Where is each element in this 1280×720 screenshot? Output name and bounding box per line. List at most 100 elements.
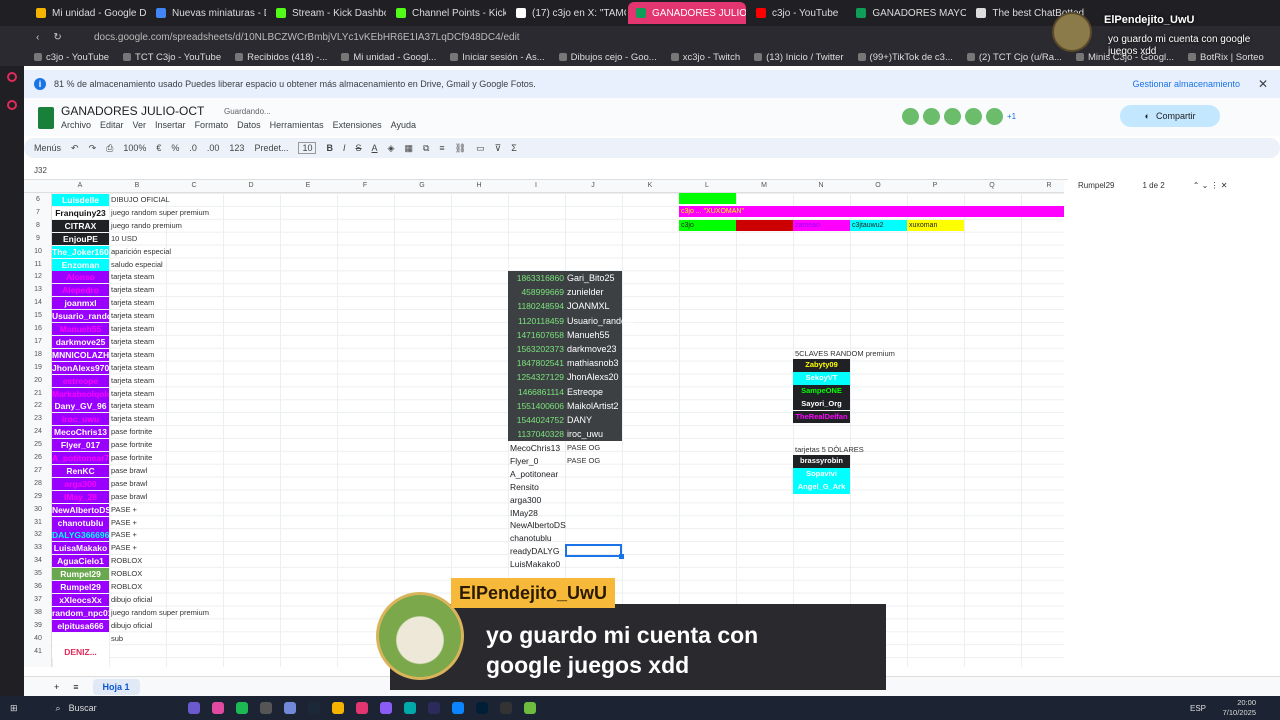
- number-format[interactable]: 123: [229, 143, 244, 153]
- row-header[interactable]: 24: [24, 428, 52, 435]
- cell-b[interactable]: ROBLOX: [111, 581, 142, 593]
- redo-icon[interactable]: ↷: [89, 143, 97, 154]
- font-select[interactable]: Predet...: [254, 143, 288, 153]
- cell-i[interactable]: IMay28: [510, 507, 538, 519]
- cell-i[interactable]: chanotublu: [510, 532, 552, 544]
- doc-title[interactable]: GANADORES JULIO-OCT: [61, 104, 204, 118]
- comment-icon[interactable]: ▭: [476, 143, 485, 154]
- app-icon[interactable]: [451, 702, 464, 714]
- find-nav[interactable]: ⌃ ⌄ ⋮ ✕: [1193, 181, 1228, 190]
- app-icon[interactable]: [379, 702, 392, 714]
- row-header[interactable]: 17: [24, 338, 52, 345]
- menu-item[interactable]: Ver: [133, 120, 147, 130]
- claves-item[interactable]: Zabyty09: [793, 359, 850, 372]
- id-row[interactable]: 1180248594 JOANMXL: [508, 299, 622, 313]
- cell-a[interactable]: DENIZ...: [52, 645, 109, 658]
- avatar[interactable]: [923, 108, 940, 125]
- browser-tab[interactable]: GANADORES JULIO-OCT: [628, 2, 746, 24]
- cell-row8[interactable]: xuxoman: [907, 220, 964, 231]
- browser-tab[interactable]: Channel Points - Kick Da: [388, 2, 506, 24]
- cell-b[interactable]: tarjeta steam: [111, 297, 154, 309]
- cell-b[interactable]: ROBLOX: [111, 568, 142, 580]
- merge-icon[interactable]: ⧉: [423, 143, 429, 154]
- menu-item[interactable]: Herramientas: [270, 120, 324, 130]
- cell-b[interactable]: pase fortnite: [111, 426, 152, 438]
- row-header[interactable]: 19: [24, 364, 52, 371]
- bookmark[interactable]: Iniciar sesión - As...: [450, 52, 544, 63]
- filter-icon[interactable]: ⊽: [495, 143, 502, 154]
- row-header[interactable]: 23: [24, 415, 52, 422]
- cell-b[interactable]: aparición especial: [111, 246, 171, 258]
- row-header[interactable]: 27: [24, 467, 52, 474]
- sheets-logo-icon[interactable]: [38, 107, 54, 129]
- column-header[interactable]: D: [241, 182, 261, 189]
- id-row[interactable]: 1563202373 darkmove23: [508, 342, 622, 356]
- cell-a[interactable]: NewAlbertoDS: [52, 503, 109, 516]
- row-header[interactable]: 31: [24, 519, 52, 526]
- cell-b[interactable]: pase brawl: [111, 491, 147, 503]
- find-query[interactable]: Rumpel29: [1078, 181, 1114, 190]
- column-header[interactable]: B: [127, 182, 147, 189]
- row-header[interactable]: 29: [24, 493, 52, 500]
- cell-i[interactable]: MecoChris13: [510, 442, 560, 454]
- print-icon[interactable]: ⎙: [106, 143, 113, 154]
- menu-item[interactable]: Editar: [100, 120, 124, 130]
- cell-b[interactable]: tarjeta steam: [111, 413, 154, 425]
- cell-a[interactable]: RenKC: [52, 464, 109, 477]
- column-header[interactable]: P: [925, 182, 945, 189]
- column-header[interactable]: G: [412, 182, 432, 189]
- bookmark[interactable]: xc3jo - Twitch: [671, 52, 740, 63]
- row-header[interactable]: 41: [24, 648, 52, 655]
- zoom-select[interactable]: 100%: [123, 143, 146, 153]
- row-header[interactable]: 26: [24, 454, 52, 461]
- row-header[interactable]: 20: [24, 377, 52, 384]
- row-header[interactable]: 14: [24, 299, 52, 306]
- row-header[interactable]: 30: [24, 506, 52, 513]
- strike-icon[interactable]: S: [356, 143, 362, 153]
- cell-b[interactable]: pase fortnite: [111, 452, 152, 464]
- browser-tab[interactable]: (17) c3jo en X: "TAMO RE: [508, 2, 626, 24]
- cell-a[interactable]: Luisdelle: [52, 194, 109, 206]
- fill-handle[interactable]: [619, 554, 624, 559]
- reload-icon[interactable]: ↻: [53, 32, 61, 43]
- row-header[interactable]: 40: [24, 635, 52, 642]
- avatar[interactable]: [944, 108, 961, 125]
- cell-a[interactable]: Enzoman: [52, 258, 109, 271]
- row-header[interactable]: 8: [24, 222, 52, 229]
- cell-row8[interactable]: c3jtauwu2: [850, 220, 907, 231]
- column-header[interactable]: H: [469, 182, 489, 189]
- app-icon[interactable]: [475, 702, 488, 714]
- cell-a[interactable]: MNNICOLAZH: [52, 348, 109, 361]
- bookmark[interactable]: (99+)TikTok de c3...: [858, 52, 953, 63]
- cell-a[interactable]: xXleocsXx: [52, 593, 109, 606]
- browser-tab[interactable]: Mi unidad - Google Drive: [28, 2, 146, 24]
- app-icon[interactable]: [307, 702, 320, 714]
- avatar-overflow[interactable]: +1: [1007, 108, 1016, 125]
- cell-a[interactable]: Alonso: [52, 271, 109, 284]
- claves-item[interactable]: Sayori_Org: [793, 397, 850, 411]
- menu-item[interactable]: Formato: [195, 120, 229, 130]
- app-icon[interactable]: [427, 702, 440, 714]
- fill-color-icon[interactable]: ◈: [388, 143, 395, 154]
- cell-b[interactable]: tarjeta steam: [111, 375, 154, 387]
- dock-icon[interactable]: [7, 100, 17, 110]
- cell-a[interactable]: Usuario_random: [52, 310, 109, 323]
- cell-a[interactable]: LuisaMakako: [52, 542, 109, 555]
- id-row[interactable]: 1551400606 MaikolArtist2: [508, 399, 622, 413]
- cell-b[interactable]: tarjeta steam: [111, 310, 154, 322]
- row-header[interactable]: 28: [24, 480, 52, 487]
- column-header[interactable]: C: [184, 182, 204, 189]
- cell-a[interactable]: AguaCielo1: [52, 555, 109, 568]
- app-icon[interactable]: [235, 702, 248, 714]
- cell-a[interactable]: Markabsolqolo: [52, 387, 109, 400]
- language-indicator[interactable]: ESP: [1190, 704, 1206, 713]
- menu-item[interactable]: Insertar: [155, 120, 186, 130]
- column-header[interactable]: A: [70, 182, 90, 189]
- id-row[interactable]: 1466861114 Estreope: [508, 385, 622, 399]
- italic-icon[interactable]: I: [343, 143, 346, 153]
- claves-item[interactable]: SekoyVT: [793, 371, 850, 385]
- bookmark[interactable]: Dibujos cejo - Goo...: [559, 52, 657, 63]
- bookmark[interactable]: TCT C3jo - YouTube: [123, 52, 221, 63]
- cell-a[interactable]: [52, 632, 109, 645]
- cell-j[interactable]: PASE OG: [567, 442, 600, 454]
